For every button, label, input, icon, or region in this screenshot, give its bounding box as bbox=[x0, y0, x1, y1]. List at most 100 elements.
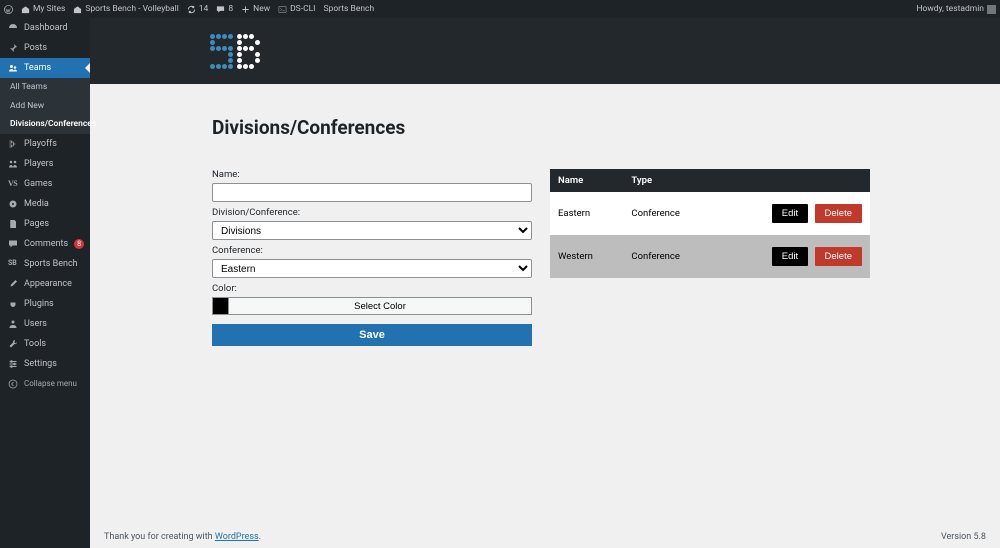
save-button[interactable]: Save bbox=[212, 324, 532, 346]
comments-badge: 8 bbox=[74, 239, 84, 249]
adminbar-comments-count: 8 bbox=[228, 4, 233, 14]
divconf-select[interactable]: Divisions bbox=[212, 221, 532, 240]
sliders-icon bbox=[8, 359, 18, 369]
players-icon bbox=[8, 159, 18, 169]
col-type: Type bbox=[623, 169, 716, 192]
avatar-icon bbox=[987, 5, 996, 14]
submenu-divconf[interactable]: Divisions/Conferences bbox=[0, 115, 90, 134]
teams-icon bbox=[8, 63, 18, 73]
adminbar-dscli[interactable]: DS-CLI bbox=[278, 4, 315, 14]
menu-players[interactable]: Players bbox=[0, 154, 90, 174]
cell-type: Conference bbox=[623, 235, 716, 278]
menu-plugins-label: Plugins bbox=[24, 299, 54, 309]
name-label: Name: bbox=[212, 169, 532, 180]
menu-plugins[interactable]: Plugins bbox=[0, 294, 90, 314]
menu-teams-label: Teams bbox=[24, 63, 51, 73]
menu-teams[interactable]: Teams bbox=[0, 58, 90, 78]
division-form: Name: Division/Conference: Divisions Con… bbox=[212, 169, 532, 346]
adminbar-new-label: New bbox=[253, 4, 270, 14]
adminbar-updates[interactable]: 14 bbox=[187, 4, 209, 14]
dashboard-icon bbox=[8, 23, 18, 33]
delete-button[interactable]: Delete bbox=[815, 204, 862, 223]
menu-tools[interactable]: Tools bbox=[0, 334, 90, 354]
menu-playoffs[interactable]: Playoffs bbox=[0, 134, 90, 154]
adminbar-new[interactable]: New bbox=[241, 4, 270, 14]
divisions-table-wrap: Name Type Eastern Conference Edit bbox=[550, 169, 870, 278]
col-name: Name bbox=[550, 169, 623, 192]
edit-button[interactable]: Edit bbox=[772, 204, 808, 223]
collapse-icon bbox=[8, 379, 18, 389]
adminbar-wp-logo[interactable] bbox=[4, 5, 13, 14]
menu-playoffs-label: Playoffs bbox=[24, 139, 57, 149]
divconf-label: Division/Conference: bbox=[212, 207, 532, 218]
divisions-table: Name Type Eastern Conference Edit bbox=[550, 169, 870, 278]
menu-games-label: Games bbox=[24, 179, 52, 189]
sb-icon: SB bbox=[8, 259, 18, 269]
menu-comments-label: Comments bbox=[24, 239, 68, 249]
conference-select[interactable]: Eastern bbox=[212, 259, 532, 278]
menu-settings[interactable]: Settings bbox=[0, 354, 90, 374]
media-icon bbox=[8, 199, 18, 209]
collapse-label: Collapse menu bbox=[24, 379, 77, 388]
footer-thanks: Thank you for creating with WordPress. bbox=[104, 532, 261, 542]
footer-thanks-prefix: Thank you for creating with bbox=[104, 532, 215, 542]
adminbar-howdy[interactable]: Howdy, testadmin bbox=[916, 4, 996, 14]
select-color-button[interactable]: Select Color bbox=[228, 297, 532, 315]
color-label: Color: bbox=[212, 283, 532, 294]
adminbar-comments[interactable]: 8 bbox=[216, 4, 233, 14]
menu-dashboard-label: Dashboard bbox=[24, 23, 68, 33]
menu-media-label: Media bbox=[24, 199, 49, 209]
delete-button[interactable]: Delete bbox=[815, 247, 862, 266]
user-icon bbox=[8, 319, 18, 329]
menu-media[interactable]: Media bbox=[0, 194, 90, 214]
menu-sportsbench[interactable]: SB Sports Bench bbox=[0, 254, 90, 274]
admin-sidebar: Dashboard Posts Teams All Teams Add New … bbox=[0, 18, 90, 548]
menu-appearance-label: Appearance bbox=[24, 279, 72, 289]
adminbar-howdy-label: Howdy, testadmin bbox=[916, 4, 984, 14]
sb-logo bbox=[210, 34, 260, 69]
menu-appearance[interactable]: Appearance bbox=[0, 274, 90, 294]
menu-games[interactable]: VS Games bbox=[0, 174, 90, 194]
collapse-menu[interactable]: Collapse menu bbox=[0, 374, 90, 394]
menu-users[interactable]: Users bbox=[0, 314, 90, 334]
plus-icon bbox=[241, 5, 250, 14]
plug-icon bbox=[8, 299, 18, 309]
adminbar-mysites[interactable]: My Sites bbox=[21, 4, 65, 14]
brush-icon bbox=[8, 279, 18, 289]
col-actions bbox=[717, 169, 870, 192]
cell-name: Eastern bbox=[550, 192, 623, 235]
terminal-icon bbox=[278, 5, 287, 14]
pages-icon bbox=[8, 219, 18, 229]
footer-thanks-suffix: . bbox=[259, 532, 261, 542]
name-input[interactable] bbox=[212, 183, 532, 202]
menu-players-label: Players bbox=[24, 159, 53, 169]
adminbar-site[interactable]: Sports Bench - Volleyball bbox=[73, 4, 178, 14]
sites-icon bbox=[21, 5, 30, 14]
submenu-addnew[interactable]: Add New bbox=[0, 97, 90, 116]
menu-tools-label: Tools bbox=[24, 339, 46, 349]
submenu-allteams[interactable]: All Teams bbox=[0, 78, 90, 97]
adminbar-dscli-label: DS-CLI bbox=[290, 4, 315, 14]
cell-type: Conference bbox=[623, 192, 716, 235]
pin-icon bbox=[8, 43, 18, 53]
menu-comments[interactable]: Comments 8 bbox=[0, 234, 90, 254]
adminbar-site-label: Sports Bench - Volleyball bbox=[85, 4, 178, 14]
menu-posts[interactable]: Posts bbox=[0, 38, 90, 58]
wordpress-logo-icon bbox=[4, 5, 13, 14]
menu-posts-label: Posts bbox=[24, 43, 47, 53]
adminbar-mysites-label: My Sites bbox=[33, 4, 65, 14]
brand-bar bbox=[90, 18, 1000, 84]
submenu-teams: All Teams Add New Divisions/Conferences bbox=[0, 78, 90, 134]
color-swatch[interactable] bbox=[212, 297, 228, 315]
footer: Thank you for creating with WordPress. V… bbox=[90, 526, 1000, 548]
edit-button[interactable]: Edit bbox=[772, 247, 808, 266]
bracket-icon bbox=[8, 139, 18, 149]
adminbar-sportsbench-label: Sports Bench bbox=[324, 4, 375, 14]
vs-icon: VS bbox=[8, 179, 18, 189]
table-row: Western Conference Edit Delete bbox=[550, 235, 870, 278]
footer-wp-link[interactable]: WordPress bbox=[215, 532, 259, 542]
menu-sportsbench-label: Sports Bench bbox=[24, 259, 78, 269]
menu-pages[interactable]: Pages bbox=[0, 214, 90, 234]
menu-dashboard[interactable]: Dashboard bbox=[0, 18, 90, 38]
adminbar-sportsbench[interactable]: Sports Bench bbox=[324, 4, 375, 14]
